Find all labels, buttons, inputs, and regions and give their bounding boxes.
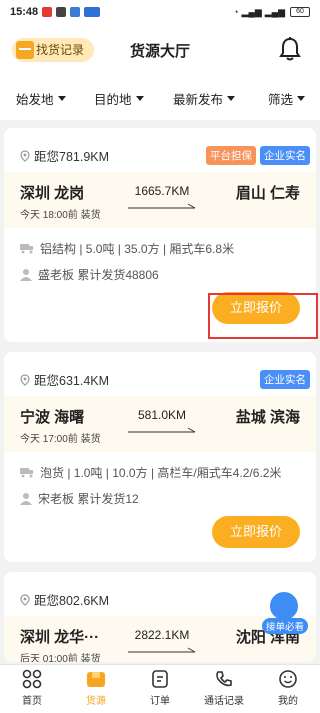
route-distance: 1665.7KM <box>134 184 190 198</box>
filter-destination[interactable]: 目的地 <box>86 89 152 108</box>
app-notification-icon <box>56 7 67 17</box>
status-icons: ◔ ▂▄▆ ▂▄▆ 60 <box>233 7 310 18</box>
distance: 距您781.9KM <box>20 146 109 165</box>
app-header: 找货记录 货源大厅 <box>0 24 320 76</box>
filter-label: 最新发布 <box>173 92 224 107</box>
filter-origin[interactable]: 始发地 <box>8 89 74 108</box>
shipper-info: 盛老板 累计发货48806 <box>20 266 159 283</box>
tab-label: 通话记录 <box>204 696 244 707</box>
bottom-tab-bar: 首页 货源 订单 通话记录 我的 <box>0 664 320 713</box>
user-icon <box>20 269 32 281</box>
caret-down-icon <box>297 95 306 101</box>
load-time: 今天 17:00前 装货 <box>20 434 101 445</box>
user-icon <box>20 493 32 505</box>
wifi-icon: ◔ <box>233 7 239 17</box>
tab-label: 我的 <box>278 696 298 707</box>
signal-icon: ▂▄▆ <box>264 6 285 17</box>
app-notification-icon <box>84 7 101 17</box>
signal-icon: ▂▄▆ <box>241 6 262 17</box>
tab-profile[interactable]: 我的 <box>256 669 320 707</box>
caret-down-icon <box>57 95 66 101</box>
goods-text: 泡货 | 1.0吨 | 10.0方 | 高栏车/厢式车4.2/6.2米 <box>40 466 282 480</box>
shipper-text: 盛老板 累计发货48806 <box>38 268 159 282</box>
verified-company-badge: 企业实名 <box>260 146 310 165</box>
shipper-text: 宋老板 累计发货12 <box>38 492 139 506</box>
distance: 距您631.4KM <box>20 370 109 389</box>
caret-down-icon <box>135 95 144 101</box>
battery-icon: 60 <box>290 7 310 17</box>
distance: 距您802.6KM <box>20 590 109 609</box>
route-section: 宁波 海曙 今天 17:00前 装货 581.0KM 盐城 滨海 <box>4 396 316 452</box>
app-notification-icon <box>42 7 53 17</box>
tab-call-log[interactable]: 通话记录 <box>192 669 256 707</box>
verified-company-badge: 企业实名 <box>260 370 310 389</box>
goods-info: 铝结构 | 5.0吨 | 35.0方 | 厢式车6.8米 <box>20 240 234 257</box>
app-notification-icon <box>70 7 81 17</box>
route-section: 深圳 龙岗 今天 18:00前 装货 1665.7KM 眉山 仁寿 <box>4 172 316 228</box>
shipper-info: 宋老板 累计发货12 <box>20 490 139 507</box>
route-arrow-icon <box>128 427 196 433</box>
goods-text: 铝结构 | 5.0吨 | 35.0方 | 厢式车6.8米 <box>40 242 235 256</box>
platform-guarantee-badge: 平台担保 <box>206 146 256 165</box>
status-bar: 15:48 ◔ ▂▄▆ ▂▄▆ 60 <box>0 0 320 24</box>
route-arrow-icon <box>128 647 196 653</box>
truck-icon <box>20 468 33 478</box>
smile-icon <box>279 670 297 688</box>
box-icon <box>87 672 105 687</box>
guide-label: 接单必看 <box>261 618 308 634</box>
filter-sort[interactable]: 最新发布 <box>165 89 243 108</box>
origin-city: 宁波 海曙 <box>20 409 85 426</box>
filter-label: 目的地 <box>94 92 132 107</box>
route-arrow-icon <box>128 203 196 209</box>
route-distance: 581.0KM <box>137 408 187 422</box>
tab-label: 订单 <box>150 696 170 707</box>
caret-down-icon <box>227 95 236 101</box>
bell-icon[interactable] <box>278 36 302 62</box>
location-pin-icon <box>20 593 30 606</box>
load-time: 后天 01:00前 装货 <box>20 654 101 662</box>
origin-city: 深圳 龙岗 <box>20 185 85 202</box>
tag-group: 平台担保 企业实名 <box>206 146 310 165</box>
quote-button[interactable]: 立即报价 <box>212 516 300 548</box>
status-time: 15:48 <box>10 6 39 18</box>
tab-home[interactable]: 首页 <box>0 669 64 707</box>
box-icon <box>16 41 34 59</box>
filter-label: 始发地 <box>16 92 54 107</box>
phone-icon <box>216 671 232 687</box>
tab-label: 首页 <box>22 696 42 707</box>
filter-bar: 始发地 目的地 最新发布 筛选 <box>0 76 320 120</box>
quote-button[interactable]: 立即报价 <box>212 292 300 324</box>
truck-icon <box>20 244 33 254</box>
search-history-button[interactable]: 找货记录 <box>12 38 95 62</box>
load-time: 今天 18:00前 装货 <box>20 210 101 221</box>
order-icon <box>152 670 168 688</box>
goods-info: 泡货 | 1.0吨 | 10.0方 | 高栏车/厢式车4.2/6.2米 <box>20 464 281 481</box>
distance-text: 距您631.4KM <box>34 374 110 388</box>
tag-group: 企业实名 <box>260 370 310 389</box>
location-pin-icon <box>20 149 30 162</box>
search-history-label: 找货记录 <box>36 43 85 57</box>
guide-floating-button[interactable]: 接单必看 <box>258 590 308 636</box>
distance-text: 距您781.9KM <box>34 150 110 164</box>
route-distance: 2822.1KM <box>134 628 190 642</box>
destination-city: 眉山 仁寿 <box>235 185 300 202</box>
distance-text: 距您802.6KM <box>34 594 110 608</box>
location-pin-icon <box>20 373 30 386</box>
grid-icon <box>22 669 42 689</box>
tab-orders[interactable]: 订单 <box>128 669 192 707</box>
cargo-card[interactable]: 距您631.4KM 企业实名 宁波 海曙 今天 17:00前 装货 581.0K… <box>4 352 316 562</box>
filter-more[interactable]: 筛选 <box>260 89 313 108</box>
destination-city: 盐城 滨海 <box>235 409 300 426</box>
tab-label: 货源 <box>86 696 106 707</box>
filter-label: 筛选 <box>268 92 294 107</box>
tab-cargo[interactable]: 货源 <box>64 669 128 707</box>
cargo-card[interactable]: 距您781.9KM 平台担保 企业实名 深圳 龙岗 今天 18:00前 装货 1… <box>4 128 316 342</box>
origin-city: 深圳 龙华··· <box>20 629 100 646</box>
